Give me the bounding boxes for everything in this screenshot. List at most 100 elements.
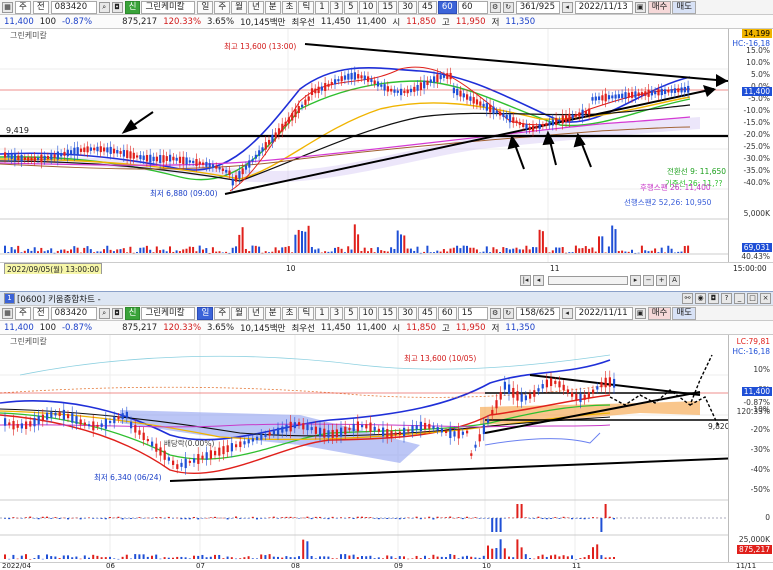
window-maximize-icon[interactable]: □ [747, 293, 758, 304]
period-tick-2[interactable]: 틱 [298, 306, 315, 320]
minute-45-b[interactable]: 45 [418, 306, 437, 320]
prev-icon[interactable]: ◂ [561, 1, 573, 13]
minute-15-b[interactable]: 15 [378, 306, 398, 320]
period-month-2[interactable]: 월 [231, 306, 247, 320]
top-axis-label-8: -25.0% [743, 142, 770, 151]
minute-45[interactable]: 45 [418, 0, 437, 14]
text-tool-icon[interactable]: A [669, 275, 680, 286]
minute-input[interactable]: 60 [457, 0, 488, 14]
search-icon-2[interactable]: ⌕ [98, 307, 110, 319]
top-candle-body-182 [604, 93, 607, 102]
bottom-candle-body-33 [142, 432, 145, 441]
top-volume-bar-122 [406, 248, 409, 253]
period-year-2[interactable]: 년 [247, 306, 264, 320]
top-candle-body-204 [677, 88, 680, 93]
top-volume-bar-50 [169, 246, 171, 253]
window-close-icon[interactable]: × [760, 293, 771, 304]
buy-button-2[interactable]: 매수 [647, 306, 672, 320]
minute-10-b[interactable]: 10 [358, 306, 378, 320]
zoom-in-icon[interactable]: + [656, 275, 667, 286]
exchange-select[interactable]: 전 [32, 0, 49, 14]
date-input-2[interactable]: 2022/11/11 [574, 306, 633, 320]
minute-input-2[interactable]: 15 [457, 306, 488, 320]
grid-icon-2[interactable]: ▦ [2, 307, 13, 319]
search-icon[interactable]: ⌕ [98, 1, 110, 13]
zoom-out-icon[interactable]: − [643, 275, 654, 286]
chart-settings-icon-2[interactable]: ⚙ [489, 307, 501, 319]
window-minimize-icon[interactable]: _ [734, 293, 745, 304]
lock-icon[interactable]: ◘ [111, 1, 123, 13]
bottom-price-chart[interactable]: 그린케미칼 최고 13,600 (10/05) 최저 6,340 (06/24)… [0, 335, 742, 562]
calendar-icon-2[interactable]: ▣ [634, 307, 646, 319]
window-help-icon[interactable]: ? [721, 293, 732, 304]
exchange-select-2[interactable]: 전 [32, 306, 49, 320]
period-day-2[interactable]: 일 [197, 306, 214, 320]
minute-10[interactable]: 10 [358, 0, 378, 14]
period-week-2[interactable]: 주 [214, 306, 231, 320]
top-candle-body-103 [343, 75, 347, 80]
period-year[interactable]: 년 [247, 0, 264, 14]
bottom-volume-bar-106 [449, 554, 452, 559]
refresh-icon[interactable]: ↻ [502, 1, 514, 13]
top-price-chart[interactable]: 그린케미칼 최고 13,600 (13:00) 최저 6,880 (09:00)… [0, 29, 729, 262]
minute-15[interactable]: 15 [378, 0, 398, 14]
period-week[interactable]: 주 [214, 0, 231, 14]
scroll-prev-icon[interactable]: ◂ [533, 275, 544, 286]
market-select-2[interactable]: 주 [15, 306, 31, 320]
period-minute[interactable]: 분 [264, 0, 281, 14]
top-candle-body-189 [627, 92, 630, 98]
calendar-icon[interactable]: ▣ [634, 1, 646, 13]
stock-code-input-2[interactable]: 083420 [50, 306, 97, 320]
minute-30-b[interactable]: 30 [398, 306, 418, 320]
window2-titlebar[interactable]: 1 [0600] 키움종합차트 - ⚯ ◉ ◘ ? _ □ × [0, 291, 773, 306]
minute-30[interactable]: 30 [398, 0, 418, 14]
minute-60-b[interactable]: 60 [437, 306, 457, 320]
top-candle-body-43 [145, 155, 149, 162]
period-minute-2[interactable]: 분 [264, 306, 281, 320]
oscillator-bar-112 [474, 517, 477, 518]
scroll-first-icon[interactable]: |◂ [520, 275, 531, 286]
oscillator-bar-25 [109, 517, 111, 518]
top-candle-body-173 [574, 114, 578, 117]
period-second[interactable]: 초 [281, 0, 298, 14]
scrollbar[interactable] [548, 276, 628, 285]
scroll-next-icon[interactable]: ▸ [630, 275, 641, 286]
minute-1-b[interactable]: 1 [315, 306, 329, 320]
oscillator-bar-109 [461, 518, 464, 520]
grid-icon[interactable]: ▦ [2, 1, 13, 13]
top-candle-body-197 [654, 90, 657, 95]
date-input[interactable]: 2022/11/13 [574, 0, 633, 14]
window-lock-icon[interactable]: ◘ [708, 293, 719, 304]
sell-button[interactable]: 매도 [672, 0, 696, 14]
window-link-icon[interactable]: ⚯ [682, 293, 693, 304]
stock-name: 그린케미칼 [141, 0, 196, 14]
minute-3[interactable]: 3 [329, 0, 344, 14]
chart-settings-icon[interactable]: ⚙ [489, 1, 501, 13]
top-candle-body-145 [482, 103, 485, 107]
buy-button[interactable]: 매수 [647, 0, 672, 14]
top-volume-bar-46 [155, 246, 158, 253]
oscillator-bar-58 [247, 518, 250, 519]
minute-5[interactable]: 5 [344, 0, 358, 14]
bottom-volume-bar-104 [440, 556, 443, 559]
minute-1[interactable]: 1 [315, 0, 329, 14]
top-volume-bar-52 [175, 250, 178, 253]
stock-code-input[interactable]: 083420 [50, 0, 97, 14]
market-select[interactable]: 주 [15, 0, 31, 14]
period-month[interactable]: 월 [231, 0, 247, 14]
top-candle-body-143 [475, 99, 479, 105]
minute-5-b[interactable]: 5 [344, 306, 358, 320]
lock-icon-2[interactable]: ◘ [111, 307, 123, 319]
bottom-candle-body-137 [579, 393, 582, 403]
period-second-2[interactable]: 초 [281, 306, 298, 320]
minute-60[interactable]: 60 [437, 0, 457, 14]
minute-3-b[interactable]: 3 [329, 306, 344, 320]
period-day[interactable]: 일 [197, 0, 214, 14]
top-volume-bar-179 [594, 251, 597, 253]
sell-button-2[interactable]: 매도 [672, 306, 696, 320]
prev-icon-2[interactable]: ◂ [561, 307, 573, 319]
lc-tag: LC:79,81 [736, 337, 770, 346]
period-tick[interactable]: 틱 [298, 0, 315, 14]
refresh-icon-2[interactable]: ↻ [502, 307, 514, 319]
window-share-icon[interactable]: ◉ [695, 293, 706, 304]
